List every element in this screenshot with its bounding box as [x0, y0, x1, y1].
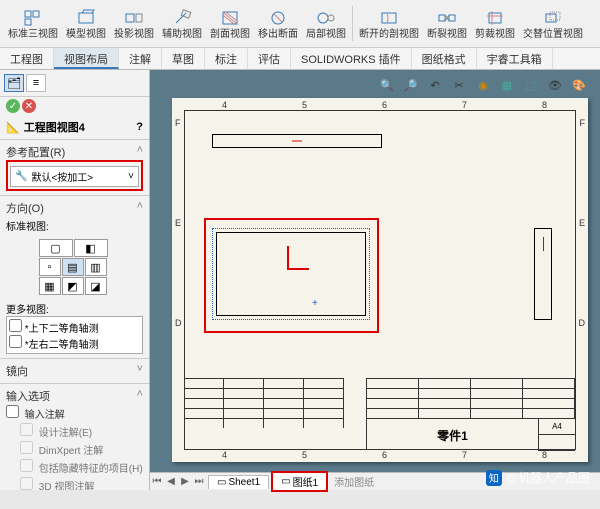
drawing-view-icon: 📐 — [6, 121, 20, 134]
dimxpert-annot-checkbox[interactable]: DimXpert 注解 — [6, 440, 143, 458]
3d-view-annot-checkbox[interactable]: 3D 视图注解 — [6, 476, 143, 490]
tab-view-layout[interactable]: 视图布局 — [54, 48, 119, 69]
view-right-icon[interactable]: ▤ — [62, 258, 84, 276]
sheet-nav-next-icon[interactable]: ▶ — [178, 476, 192, 487]
chevron-up-icon[interactable]: ˄ — [137, 388, 143, 404]
panel-tab-strip: 🗂 ≡ — [0, 70, 149, 97]
ribbon-removed-section[interactable]: 移出断面 — [254, 2, 302, 45]
part-name: 零件1 — [367, 419, 539, 451]
sheet-nav-first-icon[interactable]: ⏮ — [150, 476, 164, 487]
import-annotations-checkbox[interactable]: 输入注解 — [6, 404, 143, 422]
sheet-icon: ▭ — [281, 476, 290, 487]
more-views-list: *上下二等角轴测 *左右二等角轴测 — [6, 316, 143, 354]
revision-table — [184, 378, 344, 450]
tab-drawing[interactable]: 工程图 — [0, 48, 54, 69]
tab-sketch[interactable]: 草图 — [162, 48, 205, 69]
ribbon-aux-view[interactable]: 辅助视图 — [158, 2, 206, 45]
more-view-item[interactable]: *左右二等角轴测 — [9, 335, 140, 351]
config-icon: 🔧 — [15, 171, 27, 182]
panel-tab-property-icon[interactable]: ≡ — [26, 74, 46, 92]
display-style-icon[interactable]: ◉ — [474, 76, 492, 94]
tab-evaluate[interactable]: 评估 — [248, 48, 291, 69]
panel-help-icon[interactable]: ? — [136, 121, 143, 133]
hide-show-icon[interactable]: ▦ — [498, 76, 516, 94]
panel-tab-feature-tree-icon[interactable]: 🗂 — [4, 74, 24, 92]
view-back-icon[interactable]: ◧ — [74, 239, 108, 257]
property-manager: 🗂 ≡ ✓ ✕ 📐 工程图视图4 ? 参考配置(R)˄ 🔧 默认<按加工> ˅ … — [0, 70, 150, 490]
zoom-fit-icon[interactable]: 🔍 — [378, 76, 396, 94]
standard-view-grid: ▢ ◧ ▫ ▤ ▥ ▦ ◩ ◪ — [39, 239, 111, 295]
chevron-down-icon: ˅ — [128, 171, 134, 182]
ribbon-section-view[interactable]: 剖面视图 — [206, 2, 254, 45]
section-mirror[interactable]: 镜向˅ — [0, 359, 149, 384]
model-outline — [216, 232, 366, 316]
command-tabs: 工程图 视图布局 注解 草图 标注 评估 SOLIDWORKS 插件 图纸格式 … — [0, 48, 600, 70]
ribbon-projected-view[interactable]: 投影视图 — [110, 2, 158, 45]
zoom-prev-icon[interactable]: ↶ — [426, 76, 444, 94]
view-front-icon[interactable]: ▢ — [39, 239, 73, 257]
drawing-sheet[interactable]: 4 5 6 7 8 4 5 6 7 8 F E F E D D + — [172, 98, 588, 462]
eye-icon[interactable]: 👁 — [546, 76, 564, 94]
section-icon[interactable]: ✂ — [450, 76, 468, 94]
view-bottom-icon[interactable]: ▦ — [39, 277, 61, 295]
ribbon-alt-position[interactable]: 交替位置视图 — [519, 2, 587, 45]
view-top-icon[interactable]: ▫ — [39, 258, 61, 276]
view-settings-icon[interactable]: ⬚ — [522, 76, 540, 94]
section-import-options: 输入选项˄ 输入注解 设计注解(E) DimXpert 注解 包括隐藏特征的项目… — [0, 384, 149, 490]
sheet-icon: ▭ — [217, 477, 226, 488]
chevron-up-icon[interactable]: ˄ — [137, 200, 143, 216]
tab-sheet-format[interactable]: 图纸格式 — [412, 48, 477, 69]
tab-sw-addins[interactable]: SOLIDWORKS 插件 — [291, 48, 412, 69]
view-dim-icon[interactable]: ◪ — [85, 277, 107, 295]
config-select[interactable]: 🔧 默认<按加工> ˅ — [10, 166, 139, 187]
ribbon-break-view[interactable]: 断裂视图 — [423, 2, 471, 45]
ribbon-model-view[interactable]: 模型视图 — [62, 2, 110, 45]
drawing-canvas[interactable]: 🔍 🔎 ↶ ✂ ◉ ▦ ⬚ 👁 🎨 4 5 6 7 8 4 5 6 7 8 F — [150, 70, 600, 490]
confirm-ok-icon[interactable]: ✓ — [6, 99, 20, 113]
confirm-cancel-icon[interactable]: ✕ — [22, 99, 36, 113]
chevron-up-icon[interactable]: ˄ — [137, 144, 143, 160]
ribbon: 标准三视图 模型视图 投影视图 辅助视图 剖面视图 移出断面 局部视图 断开的剖… — [0, 0, 600, 48]
projected-view-right[interactable] — [534, 228, 552, 320]
ribbon-std-views[interactable]: 标准三视图 — [4, 2, 62, 45]
section-reference-config: 参考配置(R)˄ 🔧 默认<按加工> ˅ — [0, 140, 149, 196]
tab-markup[interactable]: 标注 — [205, 48, 248, 69]
sheet-tab-sheet1[interactable]: ▭Sheet1 — [208, 475, 269, 489]
sheet-nav-prev-icon[interactable]: ◀ — [164, 476, 178, 487]
zoom-area-icon[interactable]: 🔎 — [402, 76, 420, 94]
panel-title: 📐 工程图视图4 ? — [0, 115, 149, 140]
view-iso-icon[interactable]: ◩ — [62, 277, 84, 295]
view-left-icon[interactable]: ▥ — [85, 258, 107, 276]
ribbon-broken-section[interactable]: 断开的剖视图 — [355, 2, 423, 45]
sheet-nav-last-icon[interactable]: ⏭ — [192, 476, 206, 487]
tab-yurui-tools[interactable]: 宇睿工具箱 — [477, 48, 553, 69]
heads-up-toolbar: 🔍 🔎 ↶ ✂ ◉ ▦ ⬚ 👁 🎨 — [378, 76, 588, 94]
add-sheet-link[interactable]: 添加图纸 — [334, 474, 374, 489]
chevron-down-icon: ˅ — [137, 363, 143, 379]
tab-annotation[interactable]: 注解 — [119, 48, 162, 69]
more-view-item[interactable]: *上下二等角轴测 — [9, 319, 140, 335]
ribbon-crop-view[interactable]: 剪裁视图 — [471, 2, 519, 45]
title-block[interactable]: 零件1 A4 — [366, 378, 576, 450]
sheet-tabs: ⏮ ◀ ▶ ⏭ ▭Sheet1 ▭图纸1 添加图纸 — [150, 472, 600, 490]
sheet-tab-tuzi1[interactable]: ▭图纸1 — [271, 471, 328, 492]
appearance-icon[interactable]: 🎨 — [570, 76, 588, 94]
ribbon-detail-view[interactable]: 局部视图 — [302, 2, 350, 45]
section-orientation: 方向(O)˄ 标准视图: ▢ ◧ ▫ ▤ ▥ ▦ ◩ ◪ 更多视图: *上下二等… — [0, 196, 149, 359]
hidden-features-checkbox[interactable]: 包括隐藏特征的项目(H) — [6, 458, 143, 476]
design-annot-checkbox[interactable]: 设计注解(E) — [6, 422, 143, 440]
center-mark-icon: + — [312, 298, 318, 309]
projected-view-top[interactable] — [212, 134, 382, 148]
